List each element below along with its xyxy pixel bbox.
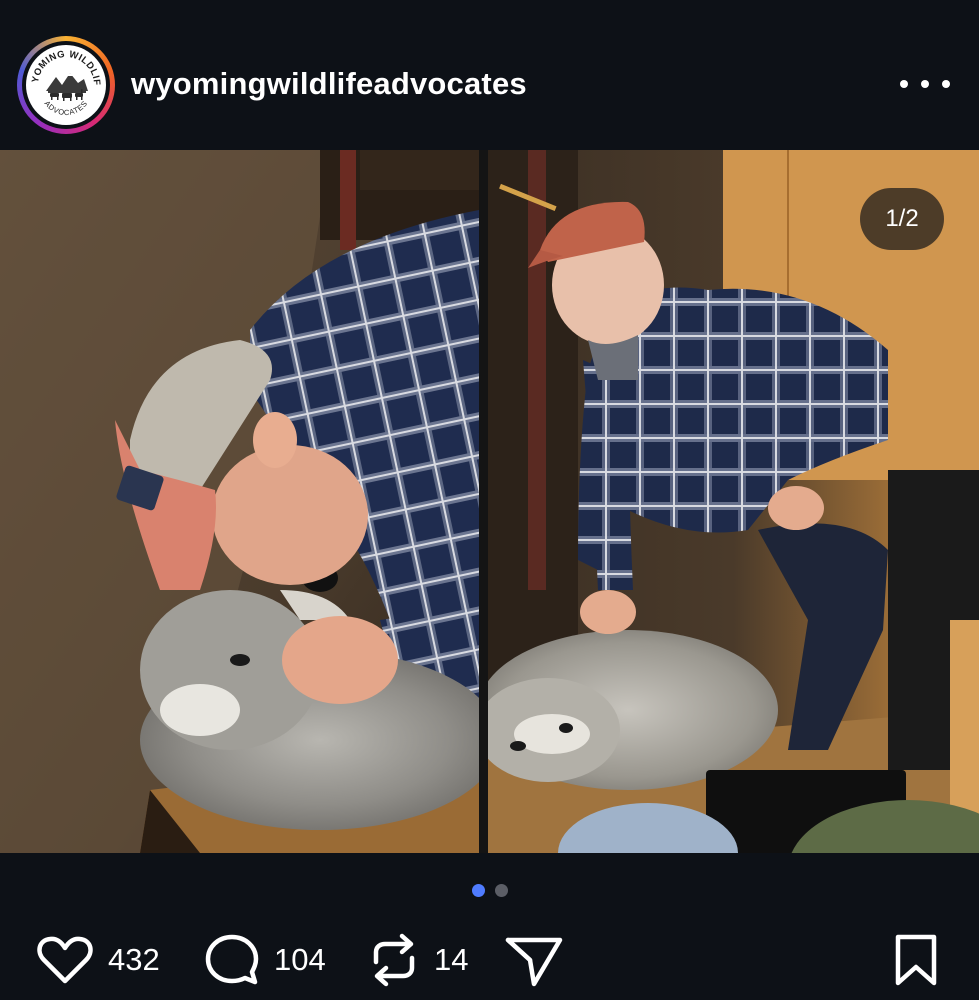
image-counter: 1/2 [860, 188, 944, 250]
like-count: 432 [108, 942, 160, 977]
svg-text:ADVOCATES: ADVOCATES [43, 99, 90, 117]
photo-right-image [488, 150, 979, 853]
carousel-dot-1[interactable] [471, 883, 485, 897]
repost-count: 14 [434, 942, 469, 977]
repost-icon [373, 933, 415, 987]
heart-icon [37, 936, 93, 984]
like-button[interactable]: 432 [36, 930, 160, 990]
send-icon [505, 937, 563, 987]
carousel-indicator [0, 880, 979, 900]
logo-icon: WYOMING WILDLIFE ADVOCATES [26, 45, 102, 117]
save-button[interactable] [893, 930, 939, 990]
comment-bubble-icon [205, 934, 259, 985]
more-options-icon[interactable] [900, 70, 950, 98]
username[interactable]: wyomingwildlifeadvocates [131, 66, 527, 102]
comment-count: 104 [274, 942, 326, 977]
svg-text:WYOMING WILDLIFE: WYOMING WILDLIFE [26, 45, 102, 86]
repost-button[interactable]: 14 [368, 930, 468, 990]
carousel-dot-2[interactable] [494, 883, 508, 897]
avatar[interactable]: WYOMING WILDLIFE ADVOCATES [17, 36, 115, 134]
media-divider [479, 150, 488, 853]
post-header: WYOMING WILDLIFE ADVOCATES [0, 0, 979, 150]
avatar-logo: WYOMING WILDLIFE ADVOCATES [26, 45, 106, 125]
comment-button[interactable]: 104 [204, 930, 326, 990]
photo-left [0, 150, 479, 853]
photo-left-image [0, 150, 479, 853]
post-media[interactable]: 1/2 [0, 150, 979, 853]
share-button[interactable] [504, 930, 564, 990]
photo-right [488, 150, 979, 853]
action-bar: 432 104 14 [0, 920, 979, 1000]
bookmark-icon [895, 934, 937, 986]
